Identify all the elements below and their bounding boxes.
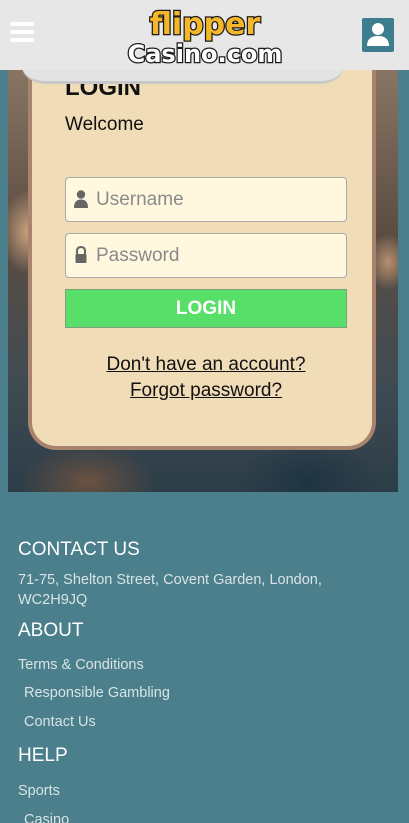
logo-line1: flipper	[150, 7, 261, 42]
logo-line2: Casino.com	[128, 40, 283, 68]
contact-heading: CONTACT US	[18, 539, 140, 560]
help-heading: HELP	[18, 745, 68, 766]
login-card: LOGIN Welcome LOGIN Don't have an accoun…	[28, 58, 376, 450]
site-header: flipper Casino.com	[0, 0, 409, 70]
sports-link[interactable]: Sports	[18, 781, 60, 801]
lock-icon	[75, 245, 87, 263]
username-input[interactable]	[96, 178, 341, 221]
site-logo[interactable]: flipper Casino.com	[110, 4, 300, 68]
username-field[interactable]	[65, 177, 347, 222]
forgot-password-link[interactable]: Forgot password?	[32, 380, 380, 402]
user-icon	[367, 23, 389, 46]
user-account-button[interactable]	[362, 18, 394, 52]
contact-us-link[interactable]: Contact Us	[24, 712, 96, 732]
password-input[interactable]	[96, 234, 341, 277]
user-icon	[74, 190, 88, 208]
signup-link[interactable]: Don't have an account?	[32, 354, 380, 376]
terms-link[interactable]: Terms & Conditions	[18, 655, 144, 675]
casino-link[interactable]: Casino	[24, 810, 69, 823]
about-heading: ABOUT	[18, 620, 84, 641]
responsible-gambling-link[interactable]: Responsible Gambling	[24, 683, 170, 703]
login-button[interactable]: LOGIN	[65, 289, 347, 328]
site-footer: CONTACT US 71-75, Shelton Street, Covent…	[3, 492, 406, 823]
welcome-text: Welcome	[65, 114, 144, 135]
password-field[interactable]	[65, 233, 347, 278]
contact-address: 71-75, Shelton Street, Covent Garden, Lo…	[18, 572, 322, 608]
hamburger-menu-icon[interactable]	[10, 22, 36, 46]
